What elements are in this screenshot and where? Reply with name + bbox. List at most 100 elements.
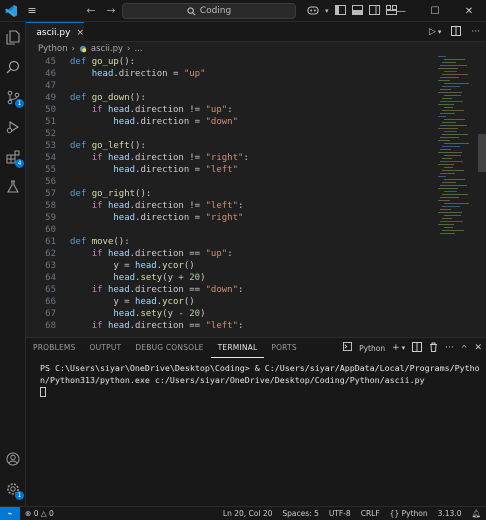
code-line: 50 if head.direction != "up": — [26, 104, 436, 116]
remote-indicator-icon[interactable]: ⌁ — [0, 506, 20, 520]
code-line: 66 y = head.ycor() — [26, 296, 436, 308]
end-of-line[interactable]: CRLF — [356, 509, 385, 518]
toggle-secondary-sidebar-icon[interactable] — [368, 4, 380, 18]
breadcrumb-file[interactable]: ascii.py — [91, 44, 123, 54]
line-number: 52 — [45, 129, 56, 139]
code-editor[interactable]: 45 def go_up(): 46 head.direction = "up" 47… — [26, 56, 486, 336]
chevron-down-icon[interactable]: ▾ — [438, 28, 442, 36]
minimap-line — [444, 83, 469, 84]
encoding[interactable]: UTF-8 — [324, 509, 356, 518]
explorer-icon[interactable] — [0, 24, 26, 50]
minimap-line — [440, 173, 455, 174]
minimap[interactable] — [438, 56, 474, 256]
line-number: 61 — [45, 237, 56, 247]
maximize-icon[interactable]: ☐ — [418, 6, 452, 17]
close-tab-icon[interactable]: × — [76, 28, 84, 38]
breadcrumb-folder[interactable]: Python — [38, 44, 67, 54]
minimap-line — [438, 164, 454, 165]
testing-flask-icon[interactable] — [0, 174, 26, 200]
line-number: 59 — [45, 213, 56, 223]
kill-terminal-icon[interactable] — [429, 342, 438, 355]
minimap-line — [442, 182, 456, 183]
minimap-line — [442, 122, 456, 123]
terminal-shell-label[interactable]: Python — [359, 344, 385, 353]
minimap-line — [438, 212, 462, 213]
terminal-shell-icon — [343, 342, 353, 354]
toggle-panel-icon[interactable] — [351, 4, 363, 18]
tab-terminal[interactable]: TERMINAL — [210, 338, 265, 358]
tab-problems[interactable]: PROBLEMS — [26, 338, 83, 358]
line-number: 53 — [45, 141, 56, 151]
editor-tab-bar: ascii.py × ▷ ▾ ··· — [26, 22, 486, 42]
code-line: 55 head.direction = "left" — [26, 164, 436, 176]
line-number: 64 — [45, 273, 56, 283]
editor-scrollbar[interactable] — [478, 134, 486, 172]
copilot-icon[interactable] — [307, 5, 319, 18]
problems-status[interactable]: ⊗ 0 △ 0 — [20, 509, 59, 518]
python-version[interactable]: 3.13.0 — [433, 509, 467, 518]
code-line: 46 head.direction = "up" — [26, 68, 436, 80]
tab-output[interactable]: OUTPUT — [83, 338, 129, 358]
search-icon[interactable] — [0, 54, 26, 80]
minimap-line — [444, 179, 465, 180]
minimap-line — [444, 143, 469, 144]
forward-arrow-icon[interactable]: → — [102, 4, 120, 17]
split-terminal-icon[interactable] — [412, 341, 423, 355]
minimap-line — [444, 71, 457, 72]
account-icon[interactable] — [0, 446, 26, 472]
split-editor-icon[interactable] — [451, 25, 462, 39]
tab-debug-console[interactable]: DEBUG CONSOLE — [128, 338, 210, 358]
manage-gear-icon[interactable]: 1 — [0, 476, 26, 502]
line-code: y = head.ycor() — [70, 261, 195, 271]
minimap-line — [438, 224, 454, 225]
line-code: def go_up(): — [70, 57, 136, 67]
minimap-line — [442, 146, 460, 147]
toggle-primary-sidebar-icon[interactable] — [334, 4, 346, 18]
extensions-icon[interactable]: 4 — [0, 144, 26, 170]
terminal-output[interactable]: PS C:\Users\siyar\OneDrive\Desktop\Codin… — [40, 362, 480, 397]
minimize-icon[interactable]: — — [384, 6, 418, 17]
line-number: 65 — [45, 285, 56, 295]
line-number: 45 — [45, 57, 56, 67]
tab-ports[interactable]: PORTS — [264, 338, 303, 358]
new-terminal-icon[interactable]: + — [392, 343, 400, 353]
line-number: 67 — [45, 309, 56, 319]
language-mode[interactable]: {} Python — [385, 509, 433, 518]
code-line: 49 def go_down(): — [26, 92, 436, 104]
breadcrumb-symbol[interactable]: ... — [134, 44, 142, 54]
vscode-logo-icon — [0, 0, 22, 22]
minimap-line — [440, 113, 455, 114]
minimap-line — [440, 137, 459, 138]
notifications-bell-icon[interactable]: 🔔︎ — [466, 509, 486, 518]
minimap-line — [438, 152, 462, 153]
minimap-line — [440, 77, 459, 78]
close-panel-icon[interactable]: ✕ — [474, 343, 482, 353]
source-control-icon[interactable]: 1 — [0, 84, 26, 110]
chevron-down-icon[interactable]: ▾ — [402, 344, 406, 352]
code-line: 61 def move(): — [26, 236, 436, 248]
minimap-line — [442, 170, 464, 171]
tab-ascii-py[interactable]: ascii.py × — [26, 22, 84, 42]
minimap-line — [442, 206, 460, 207]
close-icon[interactable]: ✕ — [452, 6, 486, 17]
tab-label: ascii.py — [36, 27, 71, 38]
cursor-position[interactable]: Ln 20, Col 20 — [218, 509, 277, 518]
run-debug-icon[interactable] — [0, 114, 26, 140]
code-line: 56 — [26, 176, 436, 188]
warning-count: 0 — [49, 509, 54, 518]
line-code: def go_right(): — [70, 189, 152, 199]
command-center-search[interactable]: Coding — [122, 3, 296, 19]
more-actions-icon[interactable]: ··· — [445, 343, 454, 353]
back-arrow-icon[interactable]: ← — [82, 4, 100, 17]
minimap-line — [444, 167, 453, 168]
minimap-line — [444, 155, 461, 156]
more-actions-icon[interactable]: ··· — [471, 27, 480, 37]
menu-icon[interactable]: ≡ — [22, 4, 42, 17]
maximize-panel-icon[interactable]: ^ — [461, 344, 468, 353]
indentation[interactable]: Spaces: 5 — [277, 509, 323, 518]
error-icon: ⊗ — [25, 509, 32, 518]
minimap-line — [440, 161, 463, 162]
run-python-file-icon[interactable]: ▷ — [429, 27, 436, 37]
chevron-down-icon[interactable]: ▾ — [325, 7, 329, 15]
minimap-line — [442, 62, 456, 63]
